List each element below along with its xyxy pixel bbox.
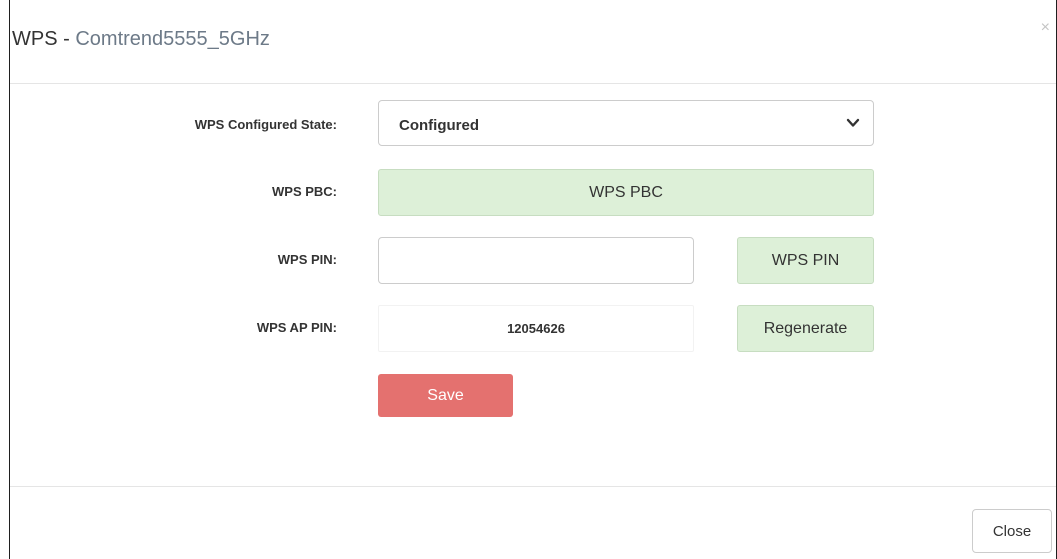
ap-pin-value: 12054626 xyxy=(378,305,694,352)
wps-pin-button[interactable]: WPS PIN xyxy=(737,237,874,284)
modal-title: WPS - Comtrend5555_5GHz xyxy=(12,28,270,51)
configured-state-label: WPS Configured State: xyxy=(194,117,337,132)
pbc-label: WPS PBC: xyxy=(272,184,337,199)
configured-state-value: Configured xyxy=(399,117,479,134)
configured-state-select[interactable]: Configured xyxy=(378,100,874,146)
ap-pin-label: WPS AP PIN: xyxy=(256,320,337,335)
close-button[interactable]: Close xyxy=(972,509,1052,553)
chevron-down-icon xyxy=(846,118,860,127)
regenerate-button[interactable]: Regenerate xyxy=(737,305,874,352)
modal-title-prefix: WPS - xyxy=(12,28,76,50)
modal-title-ssid: Comtrend5555_5GHz xyxy=(75,28,270,50)
modal-footer: Close xyxy=(10,486,1056,559)
wps-pbc-button[interactable]: WPS PBC xyxy=(378,169,874,216)
wps-pin-input[interactable] xyxy=(378,237,694,284)
close-icon[interactable]: × xyxy=(1041,20,1050,36)
wps-modal: WPS - Comtrend5555_5GHz × WPS Configured… xyxy=(9,0,1057,559)
pin-label: WPS PIN: xyxy=(277,252,337,267)
save-button[interactable]: Save xyxy=(378,374,513,417)
modal-header: WPS - Comtrend5555_5GHz × xyxy=(10,0,1056,84)
